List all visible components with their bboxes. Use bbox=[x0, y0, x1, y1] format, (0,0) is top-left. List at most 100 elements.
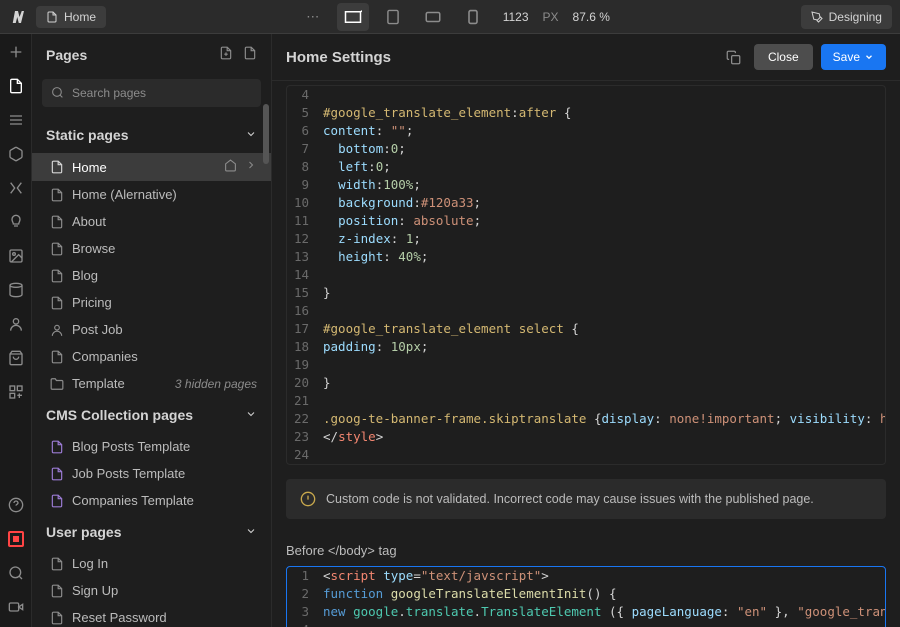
page-label: Home (Alernative) bbox=[72, 187, 177, 202]
code-line[interactable]: 12 z-index: 1; bbox=[287, 230, 885, 248]
body-code-editor[interactable]: 1<script type="text/javscript">2function… bbox=[286, 566, 886, 627]
create-page-icon[interactable] bbox=[219, 46, 233, 63]
code-line[interactable]: 18padding: 10px; bbox=[287, 338, 885, 356]
cms-pages-section-header[interactable]: CMS Collection pages bbox=[32, 397, 271, 433]
user-pages-section-header[interactable]: User pages bbox=[32, 514, 271, 550]
code-line[interactable]: 7 bottom:0; bbox=[287, 140, 885, 158]
code-line[interactable]: 1<script type="text/javscript"> bbox=[287, 567, 885, 585]
copy-icon[interactable] bbox=[722, 45, 746, 69]
line-number: 9 bbox=[287, 176, 317, 194]
mobile-breakpoint-icon[interactable] bbox=[457, 3, 489, 31]
code-line[interactable]: 16 bbox=[287, 302, 885, 320]
code-line[interactable]: 4 bbox=[287, 86, 885, 104]
sidebar-page-item[interactable]: Blog Posts Template bbox=[32, 433, 271, 460]
add-element-icon[interactable] bbox=[6, 42, 26, 62]
line-number: 14 bbox=[287, 266, 317, 284]
code-line[interactable]: 20} bbox=[287, 374, 885, 392]
code-line[interactable]: 23</style> bbox=[287, 428, 885, 446]
create-folder-icon[interactable] bbox=[243, 46, 257, 63]
search-pages-input[interactable] bbox=[42, 79, 261, 107]
code-line[interactable]: 4 bbox=[287, 621, 885, 627]
sidebar-page-item[interactable]: Companies bbox=[32, 343, 271, 370]
users-icon[interactable] bbox=[6, 314, 26, 334]
sidebar-page-item[interactable]: Template3 hidden pages bbox=[32, 370, 271, 397]
code-line[interactable]: 19 bbox=[287, 356, 885, 374]
line-number: 16 bbox=[287, 302, 317, 320]
code-line[interactable]: 2function googleTranslateElementInit() { bbox=[287, 585, 885, 603]
pages-panel-icon[interactable] bbox=[6, 76, 26, 96]
line-number: 11 bbox=[287, 212, 317, 230]
code-line[interactable]: 14 bbox=[287, 266, 885, 284]
chevron-down-icon bbox=[864, 52, 874, 62]
sidebar-page-item[interactable]: About bbox=[32, 208, 271, 235]
navigator-icon[interactable] bbox=[6, 110, 26, 130]
head-code-editor[interactable]: 45#google_translate_element:after {6cont… bbox=[286, 85, 886, 465]
line-number: 13 bbox=[287, 248, 317, 266]
ecommerce-icon[interactable] bbox=[6, 348, 26, 368]
scrollbar-thumb[interactable] bbox=[263, 104, 269, 164]
save-button[interactable]: Save bbox=[821, 44, 886, 70]
code-line[interactable]: 6content: ""; bbox=[287, 122, 885, 140]
landscape-breakpoint-icon[interactable] bbox=[417, 3, 449, 31]
code-line[interactable]: 3new google.translate.TranslateElement (… bbox=[287, 603, 885, 621]
page-settings-chevron-icon[interactable] bbox=[245, 159, 257, 175]
page-selector-button[interactable]: Home bbox=[36, 6, 106, 28]
code-line[interactable]: 22.goog-te-banner-frame.skiptranslate {d… bbox=[287, 410, 885, 428]
code-text: position: absolute; bbox=[317, 212, 481, 230]
search-icon[interactable] bbox=[6, 563, 26, 583]
page-icon bbox=[46, 11, 58, 23]
webflow-logo-icon[interactable] bbox=[8, 7, 28, 27]
code-warning-banner: Custom code is not validated. Incorrect … bbox=[286, 479, 886, 519]
page-label: Reset Password bbox=[72, 610, 167, 625]
code-line[interactable]: 13 height: 40%; bbox=[287, 248, 885, 266]
code-line[interactable]: 8 left:0; bbox=[287, 158, 885, 176]
sidebar-page-item[interactable]: Blog bbox=[32, 262, 271, 289]
variables-icon[interactable] bbox=[6, 178, 26, 198]
sidebar-page-item[interactable]: Reset Password bbox=[32, 604, 271, 627]
tablet-breakpoint-icon[interactable] bbox=[377, 3, 409, 31]
line-number: 10 bbox=[287, 194, 317, 212]
page-label: Template bbox=[72, 376, 125, 391]
line-number: 20 bbox=[287, 374, 317, 392]
page-label: Blog Posts Template bbox=[72, 439, 190, 454]
code-line[interactable]: 17#google_translate_element select { bbox=[287, 320, 885, 338]
code-line[interactable]: 21 bbox=[287, 392, 885, 410]
line-number: 6 bbox=[287, 122, 317, 140]
apps-icon[interactable] bbox=[6, 382, 26, 402]
canvas-width-value[interactable]: 1123 bbox=[503, 10, 529, 24]
sidebar-page-item[interactable]: Sign Up bbox=[32, 577, 271, 604]
sidebar-page-item[interactable]: Home (Alernative) bbox=[32, 181, 271, 208]
assets-icon[interactable] bbox=[6, 246, 26, 266]
warning-icon bbox=[300, 491, 316, 507]
sidebar-page-item[interactable]: Pricing bbox=[32, 289, 271, 316]
code-line[interactable]: 15} bbox=[287, 284, 885, 302]
static-pages-section-header[interactable]: Static pages bbox=[32, 117, 271, 153]
sidebar-page-item[interactable]: Post Job bbox=[32, 316, 271, 343]
styles-icon[interactable] bbox=[6, 212, 26, 232]
components-icon[interactable] bbox=[6, 144, 26, 164]
sidebar-page-item[interactable]: Log In bbox=[32, 550, 271, 577]
code-line[interactable]: 11 position: absolute; bbox=[287, 212, 885, 230]
sidebar-page-item[interactable]: Home bbox=[32, 153, 271, 181]
help-icon[interactable] bbox=[6, 495, 26, 515]
sidebar-page-item[interactable]: Browse bbox=[32, 235, 271, 262]
zoom-value[interactable]: 87.6 % bbox=[573, 10, 610, 24]
settings-title: Home Settings bbox=[286, 49, 391, 66]
design-mode-button[interactable]: Designing bbox=[801, 5, 892, 29]
code-line[interactable]: 10 background:#120a33; bbox=[287, 194, 885, 212]
code-line[interactable]: 9 width:100%; bbox=[287, 176, 885, 194]
page-name-label: Home bbox=[64, 10, 96, 24]
code-line[interactable]: 5#google_translate_element:after { bbox=[287, 104, 885, 122]
video-tutorial-icon[interactable] bbox=[6, 597, 26, 617]
recording-indicator-icon[interactable] bbox=[6, 529, 26, 549]
sidebar-page-item[interactable]: Companies Template bbox=[32, 487, 271, 514]
page-type-icon bbox=[50, 215, 64, 229]
cms-icon[interactable] bbox=[6, 280, 26, 300]
sidebar-page-item[interactable]: Job Posts Template bbox=[32, 460, 271, 487]
more-icon[interactable]: ⋯ bbox=[297, 3, 329, 31]
code-line[interactable]: 24 bbox=[287, 446, 885, 464]
close-button[interactable]: Close bbox=[754, 44, 813, 70]
code-text: content: ""; bbox=[317, 122, 413, 140]
code-text bbox=[317, 266, 323, 284]
desktop-base-breakpoint-icon[interactable] bbox=[337, 3, 369, 31]
